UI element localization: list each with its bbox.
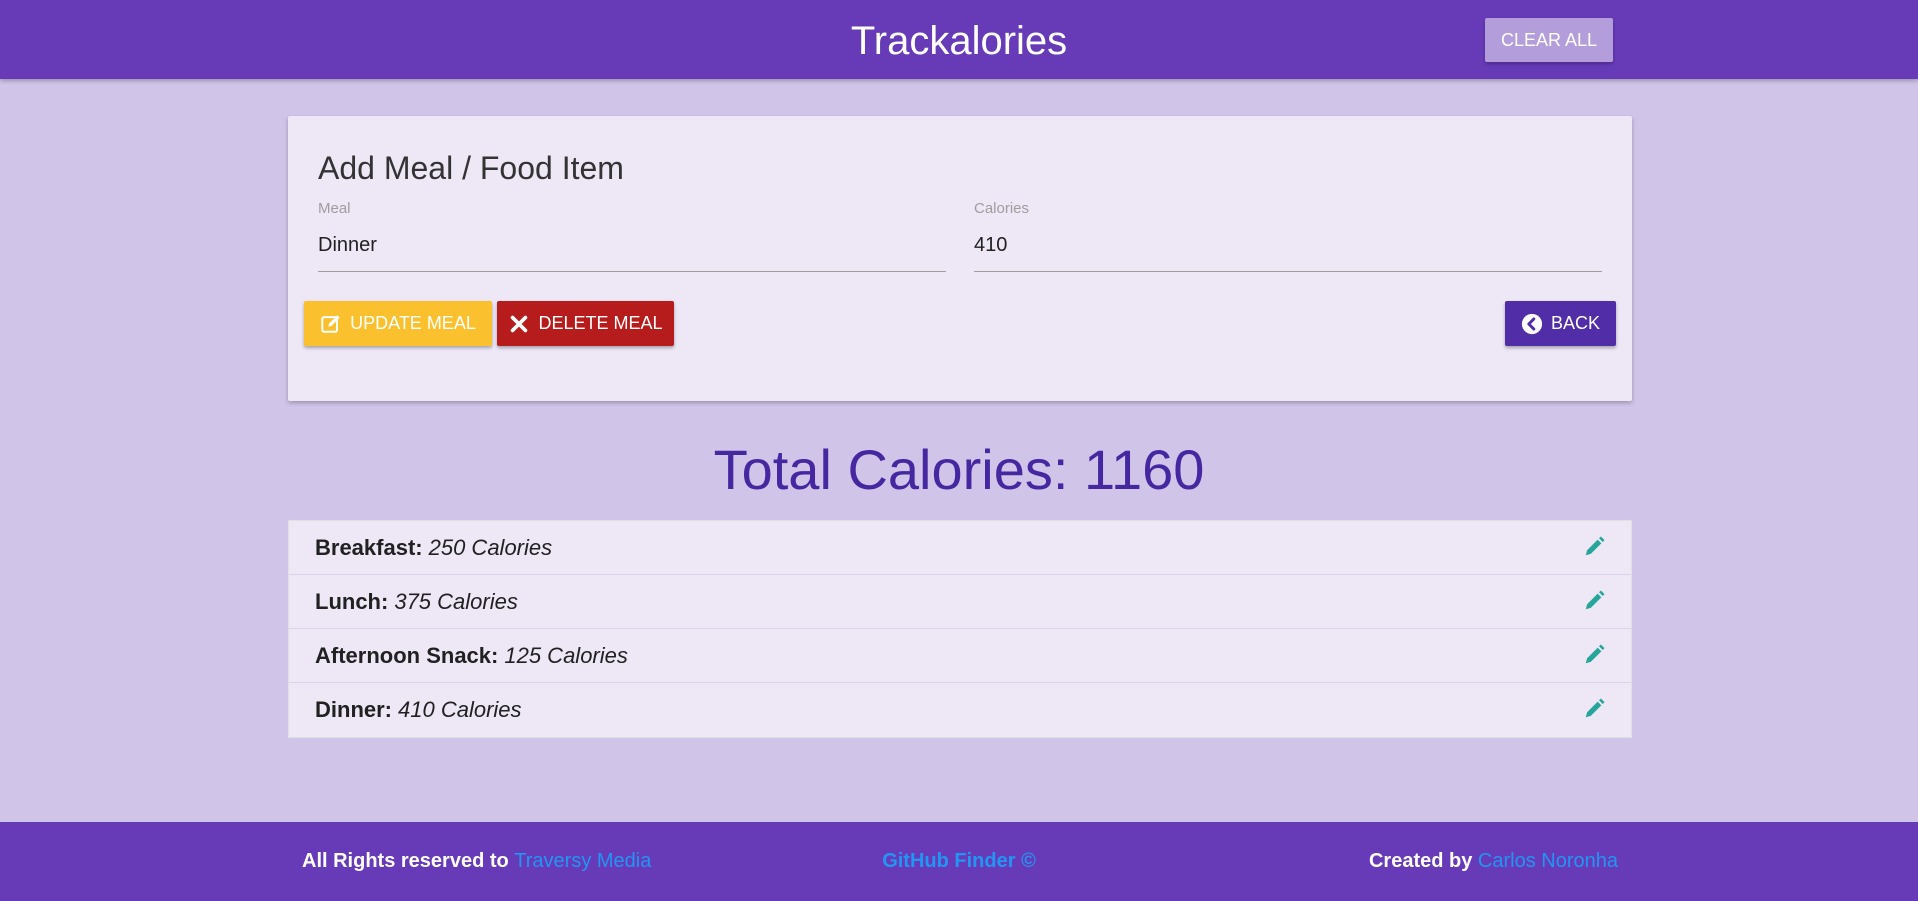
list-item: Breakfast: 250 Calories [289,521,1631,575]
footer: All Rights reserved to Traversy Media Gi… [0,822,1918,901]
meal-name: Dinner: [315,697,392,722]
chevron-circle-left-icon [1521,313,1543,334]
meal-field: Meal [318,200,946,272]
list-item: Afternoon Snack: 125 Calories [289,629,1631,683]
meal-calories: 250 Calories [428,534,553,560]
pencil-icon[interactable] [1583,644,1605,666]
meal-name: Breakfast: [315,534,423,560]
github-finder-link[interactable]: GitHub Finder © [882,850,1036,872]
app-title[interactable]: Trackalories [0,18,1918,64]
meal-calories: 375 Calories [394,588,518,614]
meal-label: Meal [318,200,351,217]
pencil-icon[interactable] [1583,536,1605,558]
footer-credits-text: Created by [1368,850,1473,872]
pencil-icon[interactable] [1583,698,1605,720]
meal-name: Afternoon Snack: [315,642,499,668]
delete-meal-button[interactable]: DELETE MEAL [497,301,674,346]
card-title: Add Meal / Food Item [318,150,624,186]
meal-calories: 125 Calories [504,642,628,668]
calories-label: Calories [974,200,1030,217]
pencil-square-icon [321,314,340,333]
footer-credits: Created by Carlos Noronha [1369,850,1618,873]
calories-field: Calories [974,200,1602,272]
footer-project: GitHub Finder © [0,850,1918,873]
meal-input[interactable] [318,220,946,272]
list-item: Dinner: 410 Calories [289,683,1631,737]
pencil-icon[interactable] [1583,590,1605,612]
meal-list: Breakfast: 250 Calories Lunch: 375 Calor… [288,520,1632,738]
carlos-noronha-link[interactable]: Carlos Noronha [1478,850,1618,872]
meal-calories: 410 Calories [398,697,522,722]
times-icon [511,315,528,332]
meal-name: Lunch: [315,588,389,614]
total-calories: Total Calories: 1160 [713,438,1205,501]
back-button[interactable]: BACK [1505,301,1616,346]
update-meal-label: UPDATE MEAL [350,313,476,333]
clear-all-button[interactable]: CLEAR ALL [1485,18,1613,62]
delete-meal-label: DELETE MEAL [538,313,663,333]
calories-input[interactable] [974,220,1602,272]
add-meal-card: Add Meal / Food Item Meal Calories UPDAT… [288,116,1632,401]
update-meal-button[interactable]: UPDATE MEAL [304,301,492,346]
navbar: Trackalories CLEAR ALL [0,0,1918,79]
back-label: BACK [1550,313,1601,333]
list-item: Lunch: 375 Calories [289,575,1631,629]
